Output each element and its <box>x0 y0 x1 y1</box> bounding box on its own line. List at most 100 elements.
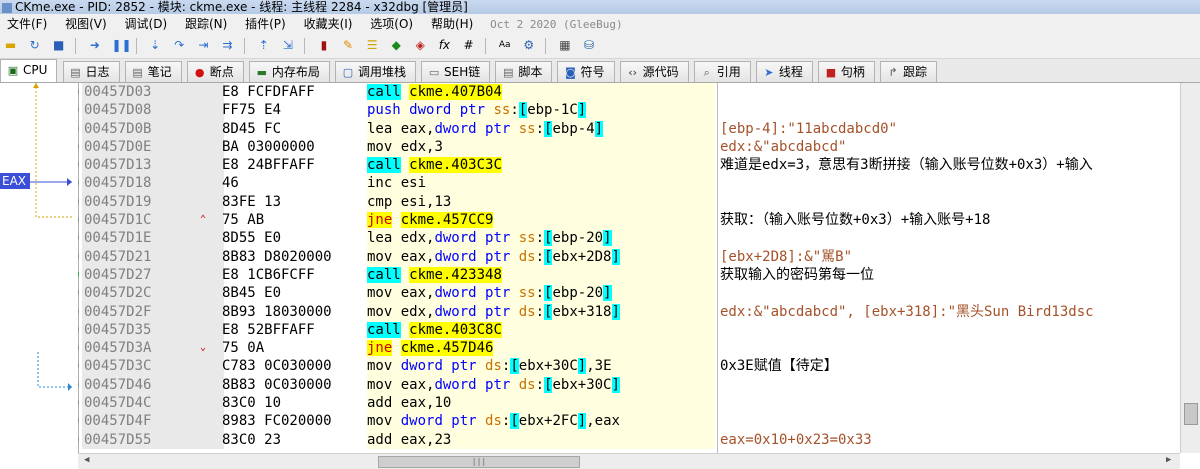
horizontal-scrollbar[interactable]: ◀ ||| ▶ <box>78 453 1180 469</box>
menu-favourites[interactable]: 收藏夹(I) <box>297 14 360 34</box>
trace-over-icon[interactable]: ⇉ <box>220 38 235 53</box>
disassembly-text[interactable]: cmp esi,13 <box>367 192 715 212</box>
instruction-address[interactable]: 00457D08 <box>82 101 224 120</box>
instruction-address[interactable]: 00457D3C <box>82 357 224 376</box>
tab-trace[interactable]: ↱ 跟踪 <box>880 61 938 82</box>
patch-icon[interactable]: ✎ <box>341 38 356 53</box>
breakpoint-dot-icon[interactable] <box>78 305 79 317</box>
step-over-icon[interactable]: ↷ <box>172 38 187 53</box>
table-row[interactable]: 00457D1C ⌃ 75 AB jne ckme.457CC9 获取：（输入账号位数+… <box>78 211 1178 230</box>
trace-into-icon[interactable]: ⇥ <box>196 38 211 53</box>
settings-icon[interactable]: ⚙ <box>521 38 536 53</box>
functions-icon[interactable]: fx <box>437 38 452 53</box>
menu-options[interactable]: 选项(O) <box>363 14 420 34</box>
table-row[interactable]: 00457D19 83FE 13 cmp esi,13 <box>78 192 1178 212</box>
instruction-address[interactable]: 00457D18 <box>82 174 224 193</box>
breakpoint-dot-icon[interactable] <box>78 140 79 152</box>
table-row[interactable]: 00457D08 FF75 E4 push dword ptr ss:[ebp-1C… <box>78 101 1178 120</box>
horizontal-scroll-thumb[interactable]: ||| <box>378 456 580 468</box>
instruction-address[interactable]: 00457D03 <box>82 83 224 102</box>
instruction-address[interactable]: 00457D2C <box>82 284 224 303</box>
breakpoint-dot-icon[interactable] <box>78 360 79 372</box>
disassembly-text[interactable]: mov eax,dword ptr ss:[ebp-20] <box>367 284 715 303</box>
menu-trace[interactable]: 跟踪(N) <box>178 14 234 34</box>
menu-help[interactable]: 帮助(H) <box>424 14 480 34</box>
breakpoint-dot-icon[interactable] <box>78 177 79 189</box>
comment[interactable]: edx:&"abcdabcd" <box>720 138 1178 156</box>
vertical-scroll-thumb[interactable] <box>1184 403 1198 425</box>
menu-debug[interactable]: 调试(D) <box>118 14 175 34</box>
tab-log[interactable]: ▤ 日志 <box>62 61 120 82</box>
disassembly-view[interactable]: EAX 00457D03 E8 FCFDFAFF call ckme.407B04 0… <box>0 83 1200 469</box>
instruction-address[interactable]: 00457D19 <box>82 192 224 212</box>
breakpoint-dot-icon[interactable] <box>78 323 79 335</box>
instruction-address[interactable]: 00457D0B <box>82 119 224 138</box>
tab-symbols[interactable]: ◙ 符号 <box>557 61 615 82</box>
cheat-icon[interactable]: ⛁ <box>582 38 597 53</box>
comment-column-divider[interactable] <box>717 83 718 453</box>
calculator-icon[interactable]: ▦ <box>557 38 572 53</box>
instruction-address[interactable]: 00457D0E <box>82 137 224 157</box>
breakpoint-dot-icon[interactable] <box>78 232 79 244</box>
disassembly-text[interactable]: mov edx,3 <box>367 137 715 157</box>
disassembly-text[interactable]: jne ckme.457D46 <box>367 339 715 358</box>
table-row[interactable]: 00457D55 83C0 23 add eax,23 eax=0x10+0x23=0… <box>78 430 1178 449</box>
disassembly-text[interactable]: add eax,10 <box>367 394 715 413</box>
tab-references[interactable]: ⌕ 引用 <box>693 61 751 82</box>
table-row[interactable]: 00457D3A ⌄ 75 0A jne ckme.457D46 <box>78 339 1178 358</box>
table-row[interactable]: 00457D2C 8B45 E0 mov eax,dword ptr ss:[ebp… <box>78 284 1178 303</box>
comment[interactable]: [ebp-4]:"11abcdabcd0" <box>720 120 1178 138</box>
tab-seh-chain[interactable]: ▭ SEH链 <box>421 61 491 82</box>
disassembly-text[interactable]: mov dword ptr ds:[ebx+30C],3E <box>367 357 715 376</box>
labels-icon[interactable]: ◆ <box>389 38 404 53</box>
instruction-address[interactable]: 00457D55 <box>82 430 224 449</box>
bookmarks-icon[interactable]: ◈ <box>413 38 428 53</box>
instruction-address[interactable]: 00457D21 <box>82 247 224 266</box>
tab-notes[interactable]: ▤ 笔记 <box>124 61 182 82</box>
breakpoint-dot-icon[interactable] <box>78 415 79 427</box>
menu-plugins[interactable]: 插件(P) <box>238 14 293 34</box>
comment[interactable]: edx:&"abcdabcd", [ebx+318]:"黑头Sun Bird13… <box>720 303 1178 321</box>
menu-file[interactable]: 文件(F) <box>0 14 54 34</box>
instruction-address[interactable]: 00457D35 <box>82 320 224 340</box>
instruction-address[interactable]: 00457D1E <box>82 229 224 248</box>
disassembly-text[interactable]: mov dword ptr ds:[ebx+2FC],eax <box>367 412 715 431</box>
table-row[interactable]: 00457D3C C783 0C030000 mov dword ptr ds:[e… <box>78 357 1178 376</box>
tab-breakpoints[interactable]: ● 断点 <box>186 61 244 82</box>
instruction-address[interactable]: 00457D27 <box>82 265 224 285</box>
table-row[interactable]: 00457D4F 8983 FC020000 mov dword ptr ds:[e… <box>78 412 1178 431</box>
instruction-address[interactable]: 00457D46 <box>82 375 224 395</box>
branch-gutter[interactable]: EAX <box>0 83 79 453</box>
disassembly-text[interactable]: lea edx,dword ptr ss:[ebp-20] <box>367 229 715 248</box>
tab-script[interactable]: ▤ 脚本 <box>495 61 553 82</box>
table-row[interactable]: 00457D03 E8 FCFDFAFF call ckme.407B04 <box>78 83 1178 102</box>
table-row[interactable]: 00457D4C 83C0 10 add eax,10 <box>78 394 1178 413</box>
pause-icon[interactable]: ❚❚ <box>111 38 131 53</box>
disassembly-text[interactable]: mov eax,dword ptr ds:[ebx+30C] <box>367 375 715 395</box>
disassembly-text[interactable]: mov edx,dword ptr ds:[ebx+318] <box>367 302 715 321</box>
execute-till-return-icon[interactable]: ⇡ <box>256 38 271 53</box>
breakpoint-dot-icon[interactable] <box>78 342 79 354</box>
breakpoint-dot-icon[interactable] <box>78 397 79 409</box>
instruction-address[interactable]: 00457D13 <box>82 156 224 175</box>
disassembly-text[interactable]: jne ckme.457CC9 <box>367 211 715 230</box>
table-row[interactable]: 00457D46 8B83 0C030000 mov eax,dword ptr d… <box>78 375 1178 395</box>
table-row[interactable]: 00457D2F 8B93 18030000 mov edx,dword ptr d… <box>78 302 1178 321</box>
comment[interactable]: 获取输入的密码第每一位 <box>720 266 1178 284</box>
disassembly-text[interactable]: call ckme.423348 <box>367 265 715 285</box>
breakpoint-dot-icon[interactable] <box>78 86 79 97</box>
table-row[interactable]: 00457D0B 8D45 FC lea eax,dword ptr ss:[ebp… <box>78 119 1178 138</box>
disassembly-text[interactable]: push dword ptr ss:[ebp-1C] <box>367 101 715 120</box>
table-row[interactable]: 00457D18 46 inc esi <box>78 174 1178 193</box>
disassembly-text[interactable]: add eax,23 <box>367 430 715 449</box>
disassembly-text[interactable]: call ckme.407B04 <box>367 83 715 102</box>
font-icon[interactable]: Aa <box>497 38 512 53</box>
comment[interactable]: 0x3E赋值【待定】 <box>720 357 1178 375</box>
disassembly-text[interactable]: inc esi <box>367 174 715 193</box>
breakpoint-dot-icon[interactable] <box>78 195 79 207</box>
vertical-scrollbar[interactable] <box>1180 83 1200 453</box>
table-row[interactable]: 00457D1E 8D55 E0 lea edx,dword ptr ss:[ebp… <box>78 229 1178 248</box>
comments-icon[interactable]: ☰ <box>365 38 380 53</box>
breakpoint-dot-icon[interactable] <box>78 122 79 134</box>
breakpoint-dot-icon[interactable] <box>78 268 79 280</box>
